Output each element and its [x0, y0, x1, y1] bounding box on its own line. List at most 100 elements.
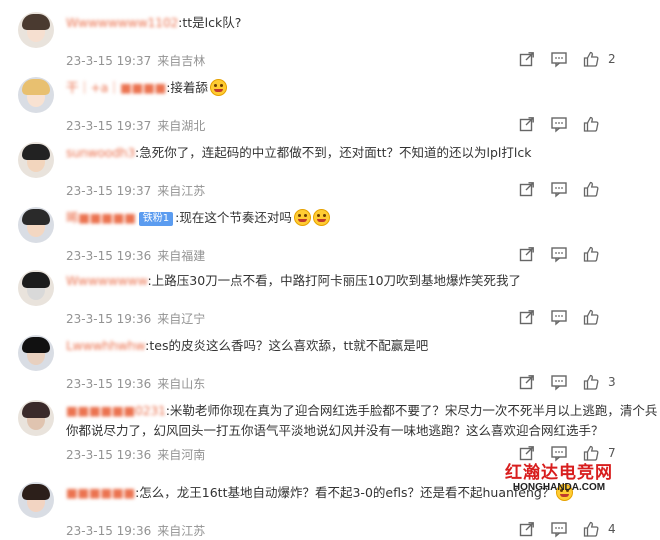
comment-button[interactable]: [550, 180, 568, 198]
avatar-hair: [22, 272, 50, 288]
username-link[interactable]: Wwwwwwww: [66, 272, 148, 290]
comment-button[interactable]: [550, 50, 568, 68]
comment-time: 23-3-15 19:36: [66, 249, 152, 263]
thumbs-up-icon: [583, 116, 599, 132]
comment-button[interactable]: [550, 308, 568, 326]
comment-meta: 23-3-15 19:36 来自江苏: [66, 522, 205, 539]
comment-line: 晞■■■■■ 铁粉1:现在这个节奏还对吗: [66, 209, 330, 227]
avatar-hair: [22, 144, 50, 160]
username-link[interactable]: 干｜+a｜■■■■: [66, 79, 166, 97]
comment-time: 23-3-15 19:37: [66, 119, 152, 133]
avatar-hair: [22, 79, 50, 95]
like-button[interactable]: [582, 245, 632, 263]
username-link[interactable]: ■■■■■■0231: [66, 402, 166, 420]
share-icon: [519, 117, 534, 132]
comment-location: 来自吉林: [157, 54, 206, 68]
avatar[interactable]: [18, 12, 54, 48]
comment-text: :怎么，龙王16tt基地自动爆炸？看不起3-0的efls？还是看不起huanfe…: [135, 485, 555, 500]
share-icon: [519, 310, 534, 325]
comment-meta: 23-3-15 19:36 来自山东: [66, 375, 205, 392]
watermark-en: HONGHANDA.COM: [512, 482, 606, 493]
comment-line: Lwwwhhwhw:tes的皮炎这么香吗？这么喜欢舔，tt就不配赢是吧: [66, 337, 428, 355]
avatar-hair: [22, 484, 50, 500]
comment-line: Wwwwwwww:上路压30刀一点不看，中路打阿卡丽压10刀吹到基地爆炸笑死我了: [66, 272, 521, 290]
username-link[interactable]: sunwoodh3: [66, 144, 135, 162]
comment-icon: [551, 52, 567, 68]
thumbs-up-icon: [583, 181, 599, 197]
comment-text: :tt是lck队?: [178, 15, 242, 30]
comment-time: 23-3-15 19:37: [66, 54, 152, 68]
share-button[interactable]: [518, 115, 536, 133]
comment-text: :上路压30刀一点不看，中路打阿卡丽压10刀吹到基地爆炸笑死我了: [147, 273, 522, 288]
comment-button[interactable]: [550, 373, 568, 391]
avatar[interactable]: [18, 400, 54, 436]
comment-line: Wwwwwwww1102:tt是lck队?: [66, 14, 241, 32]
fan-badge: 铁粉1: [138, 212, 174, 226]
like-button[interactable]: 4: [582, 520, 632, 538]
comment-time: 23-3-15 19:36: [66, 377, 152, 391]
comment-text: :tes的皮炎这么香吗？这么喜欢舔，tt就不配赢是吧: [145, 338, 429, 353]
like-count: 4: [608, 522, 616, 536]
share-button[interactable]: [518, 180, 536, 198]
like-button[interactable]: 3: [582, 373, 632, 391]
share-button[interactable]: [518, 373, 536, 391]
comment-text: :米勒老师你现在真为了迎合网红选手脸都不要了？宋尽力一次不死半月以上逃跑，清个兵: [165, 403, 658, 418]
comment-icon: [551, 375, 567, 391]
like-count: 3: [608, 375, 616, 389]
thumbs-up-icon: [583, 246, 599, 262]
comment-location: 来自辽宁: [157, 312, 206, 326]
comment-icon: [551, 182, 567, 198]
like-button[interactable]: 2: [582, 50, 632, 68]
thumbs-up-icon: [583, 374, 599, 390]
username-link[interactable]: 晞■■■■■: [66, 209, 136, 227]
username-link[interactable]: Wwwwwwww1102: [66, 14, 178, 32]
comment-time: 23-3-15 19:37: [66, 184, 152, 198]
avatar-hair: [22, 337, 50, 353]
share-icon: [519, 52, 534, 67]
avatar[interactable]: [18, 77, 54, 113]
comment-icon: [551, 247, 567, 263]
thumbs-up-icon: [583, 521, 599, 537]
comment-actions: 2: [518, 50, 648, 68]
share-button[interactable]: [518, 308, 536, 326]
avatar[interactable]: [18, 482, 54, 518]
comment-time: 23-3-15 19:36: [66, 312, 152, 326]
username-link[interactable]: Lwwwhhwhw: [66, 337, 145, 355]
comment-line: ■■■■■■0231:米勒老师你现在真为了迎合网红选手脸都不要了？宋尽力一次不死…: [66, 402, 657, 420]
comment-line: 干｜+a｜■■■■:接着舔: [66, 79, 227, 97]
avatar[interactable]: [18, 335, 54, 371]
username-link[interactable]: ■■■■■■: [66, 484, 135, 502]
share-button[interactable]: [518, 245, 536, 263]
thumbs-up-icon: [583, 309, 599, 325]
thumbs-up-icon: [583, 51, 599, 67]
comment-meta: 23-3-15 19:37 来自湖北: [66, 117, 205, 134]
avatar[interactable]: [18, 142, 54, 178]
like-button[interactable]: [582, 115, 632, 133]
like-button[interactable]: [582, 308, 632, 326]
comment-icon: [551, 117, 567, 133]
comment-button[interactable]: [550, 520, 568, 538]
avatar[interactable]: [18, 270, 54, 306]
comment-actions: [518, 245, 648, 263]
comment-actions: [518, 115, 648, 133]
emoji-icon: [209, 79, 227, 96]
watermark-cn: 红瀚达电竞网: [505, 463, 613, 483]
comment-actions: 4: [518, 520, 648, 538]
comment-time: 23-3-15 19:36: [66, 448, 152, 462]
share-icon: [519, 247, 534, 262]
like-button[interactable]: [582, 180, 632, 198]
share-button[interactable]: [518, 50, 536, 68]
comment-text: :急死你了，连起码的中立都做不到，还对面tt？不知道的还以为lpl打lck: [135, 145, 532, 160]
comment-location: 来自河南: [157, 448, 206, 462]
comment-button[interactable]: [550, 245, 568, 263]
avatar[interactable]: [18, 207, 54, 243]
comment-actions: 3: [518, 373, 648, 391]
comment-meta: 23-3-15 19:37 来自江苏: [66, 182, 205, 199]
comment-button[interactable]: [550, 115, 568, 133]
comment-meta: 23-3-15 19:36 来自辽宁: [66, 310, 205, 327]
share-button[interactable]: [518, 520, 536, 538]
comment-meta: 23-3-15 19:36 来自福建: [66, 247, 205, 264]
comment-line: ■■■■■■:怎么，龙王16tt基地自动爆炸？看不起3-0的efls？还是看不起…: [66, 484, 574, 502]
comment-text-line2: 你都说尽力了，幻风回头一打五你语气平淡地说幻风并没有一味地逃跑？这么喜欢迎合网红…: [66, 423, 604, 438]
avatar-hair: [22, 209, 50, 225]
